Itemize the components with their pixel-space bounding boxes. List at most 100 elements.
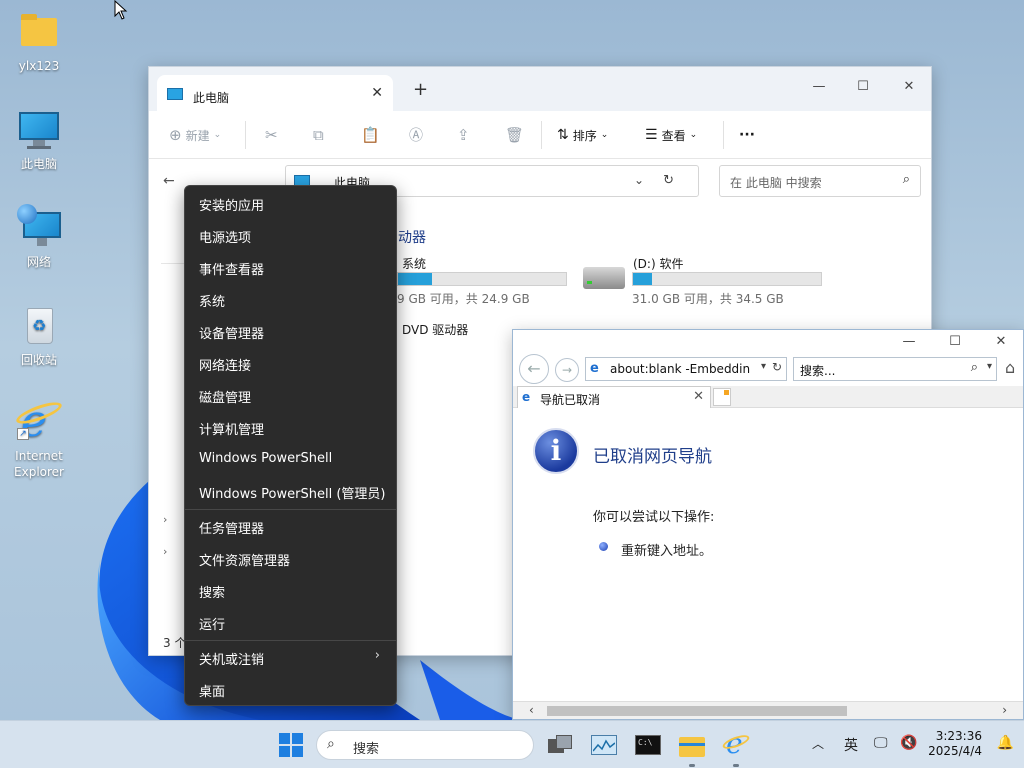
menu-item-shutdown-signout[interactable]: 关机或注销 ›: [185, 642, 396, 672]
menu-item-task-manager[interactable]: 任务管理器: [185, 511, 396, 541]
close-tab-icon[interactable]: ✕: [371, 85, 383, 101]
more-options-button[interactable]: ···: [739, 125, 755, 145]
hard-drive-icon: [583, 267, 625, 289]
explorer-search-input[interactable]: 在 此电脑 中搜索 ⌕: [719, 165, 921, 197]
desktop-icon-recycle-bin[interactable]: ♻ 回收站: [6, 302, 72, 368]
chevron-down-icon[interactable]: ▾: [761, 361, 766, 372]
chevron-down-icon[interactable]: ⌄: [634, 173, 644, 187]
ie-horizontal-scrollbar[interactable]: ‹ ›: [513, 701, 1023, 719]
menu-item-computer-management[interactable]: 计算机管理: [185, 412, 396, 442]
section-heading-drives: 动器: [398, 230, 426, 246]
desktop-icon-label: 此电脑: [20, 157, 57, 171]
menu-item-power-options[interactable]: 电源选项: [185, 220, 396, 250]
back-button[interactable]: ←: [519, 354, 549, 384]
back-arrow-icon[interactable]: ←: [163, 173, 175, 189]
close-button[interactable]: ✕: [981, 334, 1021, 349]
task-view-icon[interactable]: [546, 731, 574, 759]
share-icon[interactable]: ⇪: [457, 125, 470, 145]
desktop-icon-network[interactable]: 网络: [6, 204, 72, 270]
folder-icon: [15, 8, 63, 56]
quick-link-context-menu: 安装的应用 电源选项 事件查看器 系统 设备管理器 网络连接 磁盘管理 计算机管…: [184, 185, 397, 706]
cut-icon[interactable]: ✂: [265, 125, 278, 145]
drive-usage-bar: [632, 272, 822, 286]
menu-item-powershell-admin[interactable]: Windows PowerShell (管理员): [185, 476, 396, 506]
running-indicator: [733, 764, 739, 767]
menu-item-installed-apps[interactable]: 安装的应用: [185, 188, 396, 218]
ie-content: i 已取消网页导航 你可以尝试以下操作: 重新键入地址。: [513, 408, 1023, 698]
sort-icon: ⇅: [557, 127, 569, 143]
menu-item-event-viewer[interactable]: 事件查看器: [185, 252, 396, 282]
desktop-icon-internet-explorer[interactable]: e ↗ Internet Explorer: [6, 398, 72, 480]
system-clock[interactable]: 3:23:36 2025/4/4: [928, 729, 982, 759]
menu-item-powershell[interactable]: Windows PowerShell: [185, 444, 396, 474]
menu-item-disk-management[interactable]: 磁盘管理: [185, 380, 396, 410]
ie-page-icon: e: [590, 361, 599, 376]
new-button[interactable]: ⊕ 新建 ⌄: [169, 125, 221, 145]
start-button[interactable]: [279, 733, 303, 757]
dvd-drive-label[interactable]: DVD 驱动器: [402, 321, 468, 338]
new-tab-button[interactable]: +: [413, 79, 428, 100]
chevron-down-icon: ⌄: [689, 130, 698, 140]
search-icon: ⌕: [327, 736, 335, 752]
minimize-button[interactable]: —: [797, 73, 841, 101]
refresh-icon[interactable]: ↻: [663, 173, 674, 188]
maximize-button[interactable]: ☐: [841, 73, 885, 101]
menu-item-device-manager[interactable]: 设备管理器: [185, 316, 396, 346]
scrollbar-thumb[interactable]: [547, 706, 847, 716]
forward-button[interactable]: →: [555, 358, 579, 382]
network-icon: [15, 204, 63, 252]
explorer-toolbar: ⊕ 新建 ⌄ ✂ ⧉ 📋 Ⓐ ⇪ 🗑 ⇅ 排序 ⌄ ☰ 查看 ⌄ ···: [149, 111, 931, 159]
chevron-right-icon[interactable]: ›: [163, 545, 167, 558]
menu-item-desktop[interactable]: 桌面: [185, 674, 396, 704]
new-tab-button[interactable]: [713, 388, 731, 406]
drive-info: 31.0 GB 可用，共 34.5 GB: [632, 292, 784, 306]
chevron-right-icon[interactable]: ›: [163, 513, 167, 526]
performance-monitor-icon[interactable]: [590, 731, 618, 759]
ie-bullet-item: 重新键入地址。: [621, 544, 713, 559]
explorer-tab[interactable]: 此电脑 ✕: [157, 75, 393, 111]
maximize-button[interactable]: ☐: [935, 334, 975, 349]
refresh-icon[interactable]: ↻: [772, 360, 782, 374]
ie-address-bar[interactable]: e about:blank -Embeddin ▾ ↻: [585, 357, 787, 381]
ie-tab[interactable]: e 导航已取消 ✕: [517, 386, 711, 408]
notification-bell-icon[interactable]: 🔔: [997, 735, 1014, 751]
drive-usage-fill: [633, 273, 652, 285]
chevron-down-icon: ⌄: [213, 130, 222, 140]
delete-icon[interactable]: 🗑: [505, 125, 524, 145]
menu-item-network-connections[interactable]: 网络连接: [185, 348, 396, 378]
minimize-button[interactable]: —: [889, 334, 929, 349]
menu-item-run[interactable]: 运行: [185, 607, 396, 637]
ie-taskbar-icon[interactable]: e: [721, 729, 751, 759]
scroll-right-icon[interactable]: ›: [1002, 703, 1007, 717]
view-button[interactable]: ☰ 查看 ⌄: [645, 125, 697, 145]
taskbar-search-box[interactable]: ⌕ 搜索: [316, 730, 534, 760]
volume-muted-icon[interactable]: 🔇: [900, 735, 917, 751]
ie-icon: e ↗: [14, 398, 64, 446]
sort-button[interactable]: ⇅ 排序 ⌄: [557, 125, 608, 145]
file-explorer-taskbar-icon[interactable]: [678, 731, 706, 759]
ie-search-input[interactable]: 搜索... ⌕ ▾: [793, 357, 997, 381]
clock-date: 2025/4/4: [928, 744, 982, 758]
close-button[interactable]: ✕: [887, 73, 931, 101]
scroll-left-icon[interactable]: ‹: [529, 703, 534, 717]
ie-address-text: about:blank -Embeddin: [610, 362, 751, 376]
desktop-icon-user-folder[interactable]: ylx123: [6, 8, 72, 74]
menu-item-file-explorer[interactable]: 文件资源管理器: [185, 543, 396, 573]
close-tab-icon[interactable]: ✕: [693, 389, 704, 404]
new-button-label: 新建: [185, 128, 210, 143]
clock-time: 3:23:36: [935, 729, 982, 743]
paste-icon[interactable]: 📋: [361, 125, 380, 145]
menu-item-system[interactable]: 系统: [185, 284, 396, 314]
drive-name: (D:) 软件: [633, 257, 684, 271]
desktop-icon-this-pc[interactable]: 此电脑: [6, 106, 72, 172]
chevron-up-icon[interactable]: ︿: [812, 735, 824, 752]
rename-icon[interactable]: Ⓐ: [409, 125, 423, 145]
network-icon[interactable]: 🖵: [874, 735, 888, 751]
home-icon[interactable]: ⌂: [1005, 358, 1015, 377]
copy-icon[interactable]: ⧉: [313, 125, 324, 145]
ime-indicator[interactable]: 英: [844, 735, 858, 755]
chevron-down-icon[interactable]: ▾: [987, 361, 992, 372]
search-icon: ⌕: [970, 360, 978, 375]
menu-item-search[interactable]: 搜索: [185, 575, 396, 605]
command-prompt-icon[interactable]: C:\: [634, 731, 662, 759]
